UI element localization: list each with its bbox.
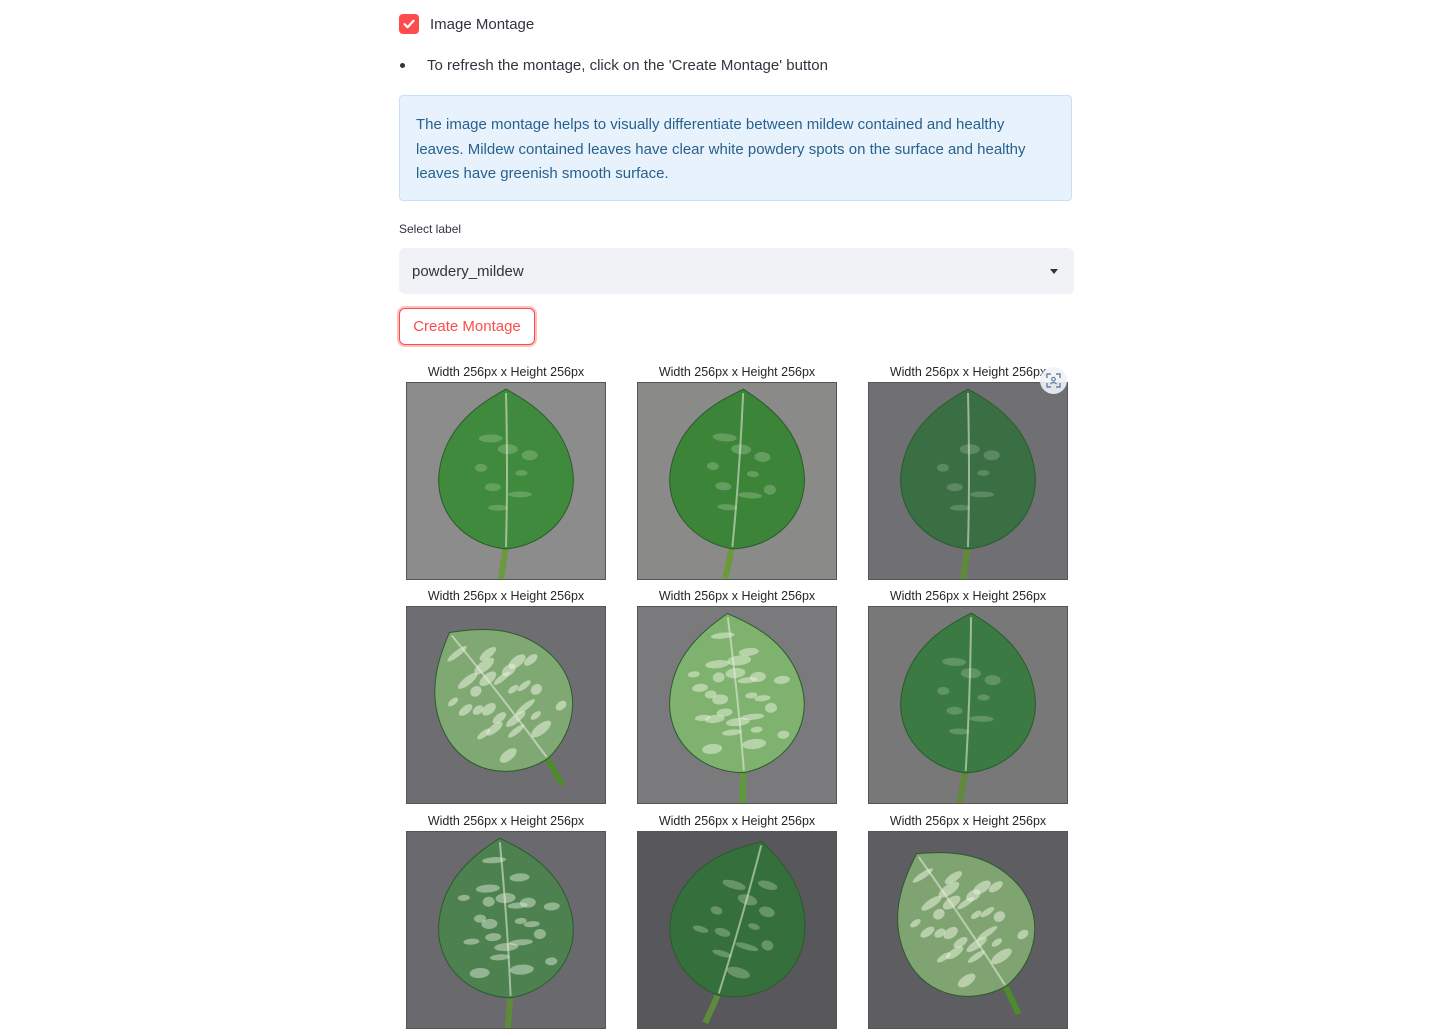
refresh-instruction: To refresh the montage, click on the 'Cr… bbox=[399, 57, 828, 74]
chevron-down-icon bbox=[1050, 268, 1058, 274]
image-montage-checkbox[interactable] bbox=[399, 14, 419, 34]
select-label: Select label bbox=[399, 222, 462, 236]
montage-cell: Width 256px x Height 256px bbox=[406, 362, 606, 580]
montage-cell: Width 256px x Height 256px bbox=[637, 586, 837, 804]
bullet-icon bbox=[400, 63, 405, 68]
select-value: powdery_mildew bbox=[412, 262, 524, 280]
fullscreen-button[interactable] bbox=[1040, 367, 1067, 394]
leaf-image bbox=[868, 606, 1068, 804]
montage-cell: Width 256px x Height 256px bbox=[406, 811, 606, 1029]
image-montage-grid: Width 256px x Height 256px Width 256px x… bbox=[399, 362, 1074, 1031]
leaf-image bbox=[637, 382, 837, 580]
image-montage-checkbox-row[interactable]: Image Montage bbox=[399, 14, 534, 34]
label-select[interactable]: powdery_mildew bbox=[399, 248, 1074, 294]
montage-cell: Width 256px x Height 256px bbox=[868, 811, 1068, 1029]
montage-cell: Width 256px x Height 256px bbox=[637, 811, 837, 1029]
fullscreen-icon bbox=[1046, 373, 1061, 388]
info-alert: The image montage helps to visually diff… bbox=[399, 95, 1072, 201]
montage-cell: Width 256px x Height 256px bbox=[868, 586, 1068, 804]
image-caption: Width 256px x Height 256px bbox=[889, 365, 1047, 379]
image-caption: Width 256px x Height 256px bbox=[427, 814, 585, 828]
leaf-image bbox=[868, 382, 1068, 580]
leaf-image bbox=[406, 831, 606, 1029]
image-caption: Width 256px x Height 256px bbox=[427, 365, 585, 379]
image-caption: Width 256px x Height 256px bbox=[658, 365, 816, 379]
montage-cell: Width 256px x Height 256px bbox=[637, 362, 837, 580]
image-caption: Width 256px x Height 256px bbox=[889, 814, 1047, 828]
leaf-image bbox=[406, 606, 606, 804]
leaf-image bbox=[868, 831, 1068, 1029]
leaf-image bbox=[406, 382, 606, 580]
image-caption: Width 256px x Height 256px bbox=[658, 814, 816, 828]
image-caption: Width 256px x Height 256px bbox=[658, 589, 816, 603]
montage-cell: Width 256px x Height 256px bbox=[406, 586, 606, 804]
check-icon bbox=[403, 19, 415, 29]
leaf-image bbox=[637, 831, 837, 1029]
image-caption: Width 256px x Height 256px bbox=[427, 589, 585, 603]
create-montage-button[interactable]: Create Montage bbox=[399, 308, 535, 345]
image-montage-checkbox-label: Image Montage bbox=[430, 15, 535, 33]
image-caption: Width 256px x Height 256px bbox=[889, 589, 1047, 603]
leaf-image bbox=[637, 606, 837, 804]
montage-cell: Width 256px x Height 256px bbox=[868, 362, 1068, 580]
refresh-instruction-text: To refresh the montage, click on the 'Cr… bbox=[427, 57, 828, 74]
